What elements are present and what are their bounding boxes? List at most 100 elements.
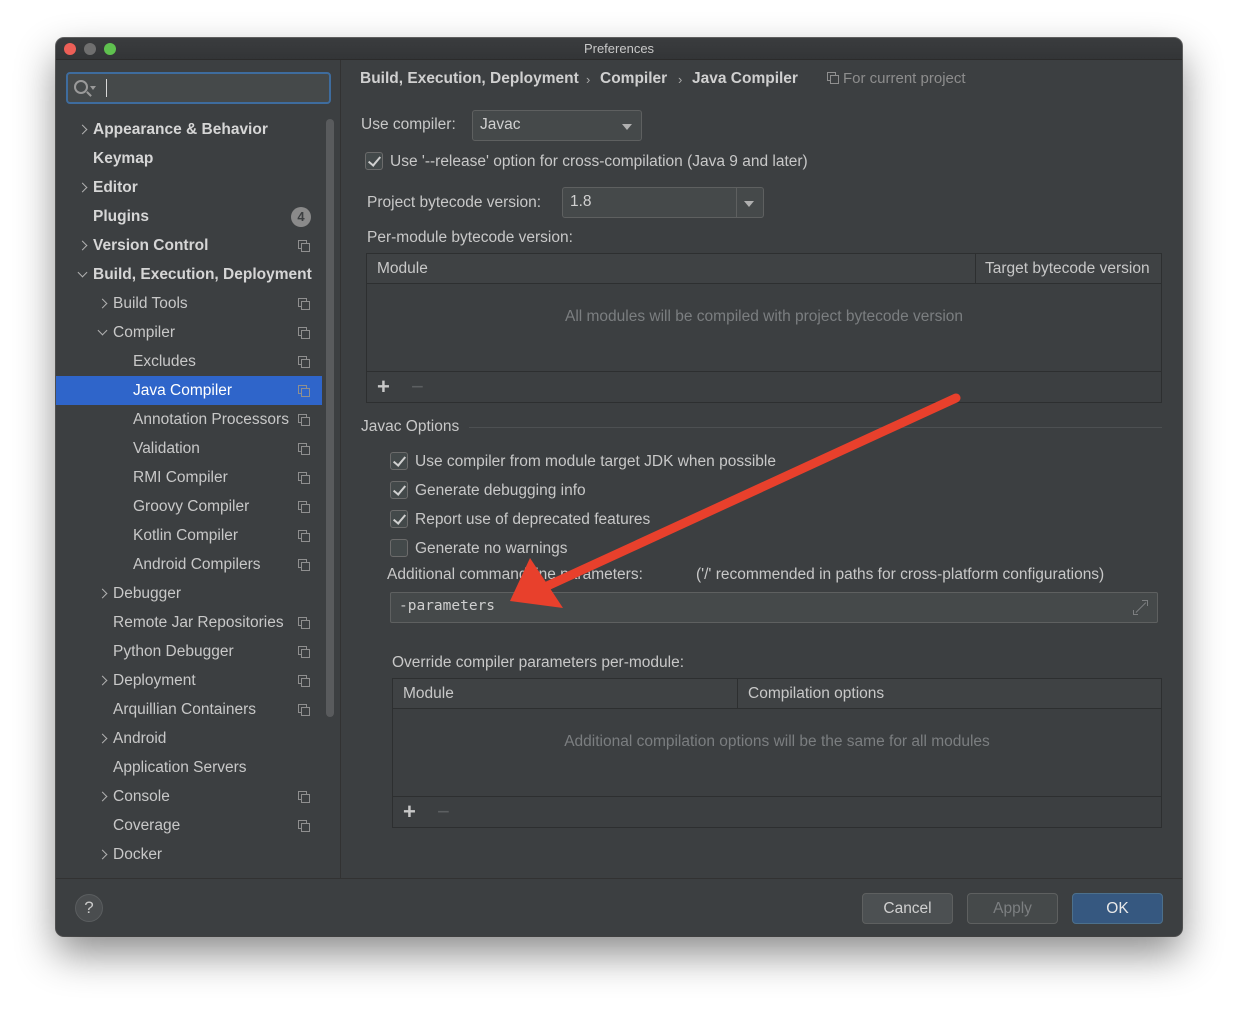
- chevron-right-icon[interactable]: [96, 666, 110, 695]
- chevron-right-icon[interactable]: [76, 231, 90, 260]
- sidebar-item-label: Coverage: [113, 817, 181, 834]
- release-option-checkbox[interactable]: [365, 152, 383, 170]
- sidebar-item-deployment[interactable]: Deployment: [56, 666, 322, 695]
- ok-button[interactable]: OK: [1072, 893, 1163, 924]
- sidebar-item-arquillian-containers[interactable]: Arquillian Containers: [56, 695, 322, 724]
- add-icon[interactable]: +: [403, 801, 416, 823]
- bytecode-version-value: 1.8: [570, 193, 592, 210]
- sidebar-item-label: Python Debugger: [113, 643, 234, 660]
- chevron-right-icon[interactable]: [96, 782, 110, 811]
- search-history-dropdown-icon[interactable]: [90, 86, 96, 90]
- sidebar-item-groovy-compiler[interactable]: Groovy Compiler: [56, 492, 322, 521]
- help-icon[interactable]: ?: [75, 894, 103, 922]
- settings-search-field[interactable]: [66, 72, 331, 104]
- sidebar-item-label: Excludes: [133, 353, 196, 370]
- javac-options-title: Javac Options: [361, 418, 460, 435]
- sidebar-item-appearance-behavior[interactable]: Appearance & Behavior: [56, 115, 322, 144]
- sidebar-item-build-tools[interactable]: Build Tools: [56, 289, 322, 318]
- project-scope-icon: [298, 820, 310, 832]
- per-module-bytecode-table[interactable]: Module Target bytecode version All modul…: [366, 253, 1162, 403]
- breadcrumb-build-execution-deployment[interactable]: Build, Execution, Deployment: [360, 70, 579, 88]
- close-window-button[interactable]: [64, 43, 76, 55]
- maximize-window-button[interactable]: [104, 43, 116, 55]
- sidebar-item-plugins[interactable]: Plugins 4: [56, 202, 322, 231]
- release-option-label[interactable]: Use '--release' option for cross-compila…: [390, 153, 808, 171]
- table-header: Module Compilation options: [393, 679, 1161, 709]
- project-scope-icon: [827, 72, 839, 84]
- project-scope-icon: [298, 298, 310, 310]
- chevron-right-icon[interactable]: [96, 289, 110, 318]
- cancel-button[interactable]: Cancel: [862, 893, 953, 924]
- sidebar-item-android-compilers[interactable]: Android Compilers: [56, 550, 322, 579]
- sidebar-item-remote-jar-repositories[interactable]: Remote Jar Repositories: [56, 608, 322, 637]
- column-header-target-bytecode[interactable]: Target bytecode version: [985, 260, 1150, 278]
- debugging-info-checkbox[interactable]: [390, 481, 408, 499]
- sidebar-item-java-compiler[interactable]: Java Compiler: [56, 376, 322, 405]
- sidebar-item-label: Console: [113, 788, 170, 805]
- empty-table-text: All modules will be compiled with projec…: [564, 308, 964, 325]
- column-divider[interactable]: [737, 679, 738, 709]
- additional-params-input[interactable]: -parameters: [390, 592, 1158, 623]
- chevron-right-icon[interactable]: [76, 173, 90, 202]
- project-scope-icon: [298, 240, 310, 252]
- chevron-right-icon[interactable]: [76, 115, 90, 144]
- sidebar-item-python-debugger[interactable]: Python Debugger: [56, 637, 322, 666]
- search-icon: [74, 80, 88, 94]
- sidebar-item-excludes[interactable]: Excludes: [56, 347, 322, 376]
- sidebar-item-kotlin-compiler[interactable]: Kotlin Compiler: [56, 521, 322, 550]
- sidebar-item-docker[interactable]: Docker: [56, 840, 322, 869]
- tree-scrollbar[interactable]: [326, 119, 334, 717]
- table-header: Module Target bytecode version: [367, 254, 1161, 284]
- project-scope-icon: [298, 443, 310, 455]
- sidebar-item-label: Plugins: [93, 208, 149, 225]
- use-compiler-value: Javac: [480, 116, 521, 133]
- no-warnings-checkbox[interactable]: [390, 539, 408, 557]
- sidebar-item-application-servers[interactable]: Application Servers: [56, 753, 322, 782]
- chevron-right-icon[interactable]: [96, 840, 110, 869]
- sidebar-item-rmi-compiler[interactable]: RMI Compiler: [56, 463, 322, 492]
- use-compiler-label: Use compiler:: [361, 116, 456, 133]
- sidebar-item-annotation-processors[interactable]: Annotation Processors: [56, 405, 322, 434]
- chevron-right-icon[interactable]: [96, 724, 110, 753]
- sidebar-item-validation[interactable]: Validation: [56, 434, 322, 463]
- chevron-down-icon[interactable]: [76, 260, 90, 289]
- no-warnings-label[interactable]: Generate no warnings: [415, 540, 568, 558]
- dropdown-arrow-icon: [744, 201, 754, 207]
- sidebar-item-compiler[interactable]: Compiler: [56, 318, 322, 347]
- module-target-jdk-label[interactable]: Use compiler from module target JDK when…: [415, 453, 776, 471]
- sidebar-item-coverage[interactable]: Coverage: [56, 811, 322, 840]
- column-divider[interactable]: [975, 254, 976, 284]
- column-header-module[interactable]: Module: [377, 260, 428, 278]
- breadcrumb-compiler[interactable]: Compiler: [600, 70, 667, 88]
- expand-icon[interactable]: [1133, 600, 1148, 615]
- project-scope-icon: [298, 356, 310, 368]
- sidebar-item-debugger[interactable]: Debugger: [56, 579, 322, 608]
- override-params-label: Override compiler parameters per-module:: [392, 654, 685, 671]
- sidebar-item-editor[interactable]: Editor: [56, 173, 322, 202]
- deprecated-features-label[interactable]: Report use of deprecated features: [415, 511, 650, 529]
- breadcrumb-separator: ›: [586, 72, 591, 87]
- sidebar-item-android[interactable]: Android: [56, 724, 322, 753]
- sidebar-item-label: Compiler: [113, 324, 176, 341]
- search-input[interactable]: [110, 77, 320, 99]
- sidebar-item-build-execution-deployment[interactable]: Build, Execution, Deployment: [56, 260, 322, 289]
- sidebar-item-label: Android Compilers: [133, 556, 261, 573]
- sidebar-item-console[interactable]: Console: [56, 782, 322, 811]
- chevron-down-icon[interactable]: [96, 318, 110, 347]
- sidebar-item-keymap[interactable]: Keymap: [56, 144, 322, 173]
- chevron-right-icon[interactable]: [96, 579, 110, 608]
- debugging-info-label[interactable]: Generate debugging info: [415, 482, 586, 500]
- override-params-table[interactable]: Module Compilation options Additional co…: [392, 678, 1162, 828]
- additional-params-value: -parameters: [399, 598, 496, 614]
- sidebar-item-label: Version Control: [93, 237, 209, 254]
- add-icon[interactable]: +: [377, 376, 390, 398]
- minimize-window-button[interactable]: [84, 43, 96, 55]
- column-header-compilation-options[interactable]: Compilation options: [748, 685, 884, 703]
- deprecated-features-checkbox[interactable]: [390, 510, 408, 528]
- bytecode-version-dropdown[interactable]: 1.8: [562, 187, 764, 218]
- use-compiler-dropdown[interactable]: Javac: [472, 110, 642, 141]
- column-header-module[interactable]: Module: [403, 685, 454, 703]
- module-target-jdk-checkbox[interactable]: [390, 452, 408, 470]
- sidebar-item-version-control[interactable]: Version Control: [56, 231, 322, 260]
- sidebar-item-label: Validation: [133, 440, 200, 457]
